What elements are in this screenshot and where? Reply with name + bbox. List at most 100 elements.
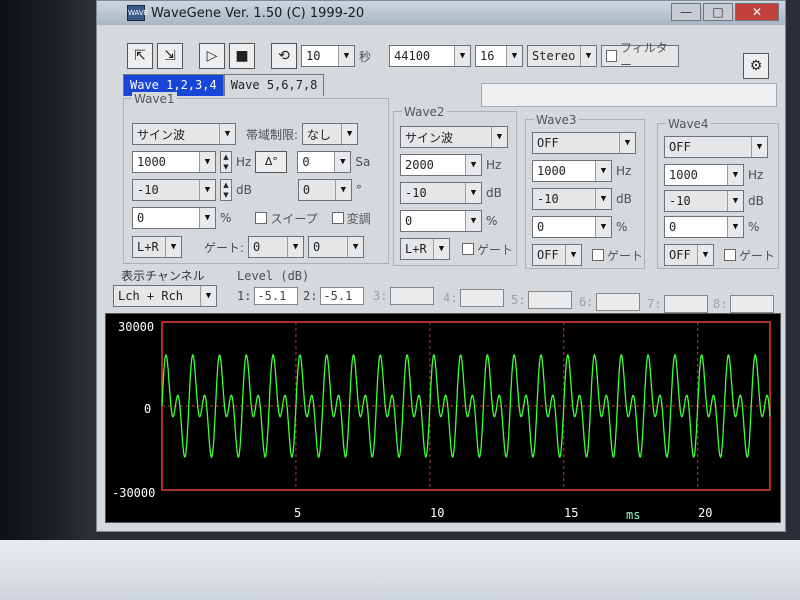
window-title: WaveGene Ver. 1.50 (C) 1999-20	[151, 5, 365, 21]
open-file-icon[interactable]: ⇱	[127, 43, 153, 69]
chevron-down-icon: ▼	[751, 137, 767, 157]
chevron-down-icon: ▼	[200, 286, 216, 306]
wave3-waveform-select[interactable]: OFF ▼	[532, 132, 636, 154]
filter-toggle[interactable]: フィルター	[601, 41, 680, 72]
wave3-gate-checkbox[interactable]	[592, 249, 604, 261]
wave4-gate-checkbox[interactable]	[724, 249, 736, 261]
wave1-sa-unit: Sa	[355, 155, 371, 169]
chevron-down-icon: ▼	[199, 152, 215, 172]
wave2-gate-label: ゲート	[477, 242, 514, 257]
close-button[interactable]: ✕	[735, 3, 779, 21]
wave1-level-input[interactable]: -10 ▼	[132, 179, 216, 201]
wave4-title: Wave4	[666, 117, 711, 131]
chevron-down-icon: ▼	[347, 237, 364, 257]
wave3-channel-select[interactable]: OFF ▼	[532, 244, 582, 266]
wave1-level-stepper[interactable]: ▲ ▼	[220, 179, 232, 201]
wave3-percent-unit: %	[616, 220, 628, 234]
wave1-band-label: 帯域制限:	[246, 127, 299, 142]
wave1-mod-checkbox[interactable]	[331, 212, 344, 224]
wave2-level-input[interactable]: -10 ▼	[400, 182, 482, 204]
wave3-gate-label: ゲート	[607, 248, 644, 263]
wave1-sweep-checkbox[interactable]	[255, 212, 268, 224]
wave1-channel-select[interactable]: L+R ▼	[132, 236, 182, 258]
monitor-bezel	[0, 0, 92, 600]
wave1-phase-button[interactable]: Δ°	[255, 151, 288, 173]
scope-x-tick-10: 10	[430, 506, 445, 520]
wave1-freq-unit: Hz	[236, 155, 252, 169]
wave3-panel: Wave3 OFF ▼ 1000 ▼ Hz -10 ▼ dB 0 ▼ % OFF…	[525, 113, 645, 269]
wave2-percent-input[interactable]: 0 ▼	[400, 210, 482, 232]
wave1-waveform-select[interactable]: サイン波 ▼	[132, 123, 236, 145]
minimize-button[interactable]: —	[671, 3, 701, 21]
wave4-freq-input[interactable]: 1000 ▼	[664, 164, 744, 186]
chevron-down-icon: ▼	[565, 245, 581, 265]
title-bar[interactable]: WAVE WaveGene Ver. 1.50 (C) 1999-20 — □ …	[97, 1, 785, 25]
wave4-channel-select[interactable]: OFF ▼	[664, 244, 714, 266]
wave1-percent-unit: %	[220, 211, 232, 225]
wave2-freq-input[interactable]: 2000 ▼	[400, 154, 482, 176]
bits-select[interactable]: 16 ▼	[475, 45, 524, 67]
save-file-icon[interactable]: ⇲	[157, 43, 183, 69]
chevron-down-icon: ▼	[465, 211, 481, 231]
wave2-channel-select[interactable]: L+R ▼	[400, 238, 450, 260]
wave3-freq-input[interactable]: 1000 ▼	[532, 160, 612, 182]
wave3-title: Wave3	[534, 113, 579, 127]
wave1-phase-unit: °	[355, 183, 362, 197]
wave3-percent-input[interactable]: 0 ▼	[532, 216, 612, 238]
wave4-freq-unit: Hz	[748, 168, 764, 182]
duration-unit: 秒	[359, 49, 372, 64]
wave1-gate-b-select[interactable]: 0 ▼	[308, 236, 365, 258]
chevron-down-icon: ▼	[465, 183, 481, 203]
wave4-waveform-select[interactable]: OFF ▼	[664, 136, 768, 158]
chevron-down-icon: ▼	[199, 208, 215, 228]
wave3-level-unit: dB	[616, 192, 632, 206]
chevron-down-icon: ▼	[433, 239, 449, 259]
sample-rate-select[interactable]: 44100 ▼	[389, 45, 472, 67]
wave1-percent-input[interactable]: 0 ▼	[132, 207, 216, 229]
chevron-down-icon: ▼	[595, 189, 611, 209]
chevron-down-icon: ▼	[454, 46, 471, 66]
filter-checkbox[interactable]	[606, 50, 618, 62]
scope-x-tick-5: 5	[294, 506, 302, 520]
wave1-freq-input[interactable]: 1000 ▼	[132, 151, 216, 173]
display-channel-select[interactable]: Lch + Rch ▼	[113, 285, 217, 307]
wave1-sa-input[interactable]: 0 ▼	[297, 151, 352, 173]
play-icon[interactable]: ▷	[199, 43, 225, 69]
wave2-percent-unit: %	[486, 214, 498, 228]
level-readout-4: 4:	[443, 289, 505, 307]
wave3-level-input[interactable]: -10 ▼	[532, 188, 612, 210]
duration-select[interactable]: 10 ▼	[301, 45, 355, 67]
wave1-gate-a-select[interactable]: 0 ▼	[248, 236, 305, 258]
maximize-button[interactable]: □	[703, 3, 733, 21]
wave1-freq-stepper[interactable]: ▲ ▼	[220, 151, 232, 173]
chevron-down-icon: ▼	[338, 46, 354, 66]
wave4-panel: Wave4 OFF ▼ 1000 ▼ Hz -10 ▼ dB 0 ▼ % OFF…	[657, 117, 779, 269]
wave1-phase-input[interactable]: 0 ▼	[297, 179, 352, 201]
level-readout-2: 2: -5.1	[303, 287, 365, 305]
wavegene-window: WAVE WaveGene Ver. 1.50 (C) 1999-20 — □ …	[96, 0, 786, 532]
chevron-down-icon: ▼	[334, 180, 351, 200]
channels-select[interactable]: Stereo ▼	[527, 45, 598, 67]
wave2-title: Wave2	[402, 105, 447, 119]
scope-x-tick-15: 15	[564, 506, 579, 520]
level-title: Level (dB)	[237, 269, 310, 283]
wave2-gate-checkbox[interactable]	[462, 243, 474, 255]
wave4-percent-input[interactable]: 0 ▼	[664, 216, 744, 238]
stop-icon[interactable]: ■	[229, 43, 255, 69]
wave1-band-select[interactable]: なし ▼	[302, 123, 359, 145]
chevron-down-icon: ▼	[465, 155, 481, 175]
chevron-down-icon: ▼	[491, 127, 507, 147]
settings-icon[interactable]: ⚙	[743, 53, 769, 79]
wave1-panel: Wave1 サイン波 ▼ 帯域制限: なし ▼ 1000 ▼ ▲ ▼ Hz Δ° 0 ▼ …	[123, 92, 389, 264]
loop-icon[interactable]: ⟲	[271, 43, 297, 69]
wave1-sweep-label: スイープ	[270, 211, 318, 226]
wave1-title: Wave1	[132, 92, 177, 106]
chevron-down-icon: ▼	[506, 46, 523, 66]
toolbar: ⇱ ⇲ ▷ ■ ⟲ 10 ▼ 秒 44100 ▼ 16 ▼ Stereo ▼ フィルター	[127, 41, 680, 72]
chevron-down-icon: ▼	[219, 124, 235, 144]
chevron-down-icon: ▼	[165, 237, 181, 257]
wave2-waveform-select[interactable]: サイン波 ▼	[400, 126, 508, 148]
tab-wave-5-8[interactable]: Wave 5,6,7,8	[223, 74, 325, 96]
wave4-level-input[interactable]: -10 ▼	[664, 190, 744, 212]
level-readout-5: 5:	[511, 291, 573, 309]
